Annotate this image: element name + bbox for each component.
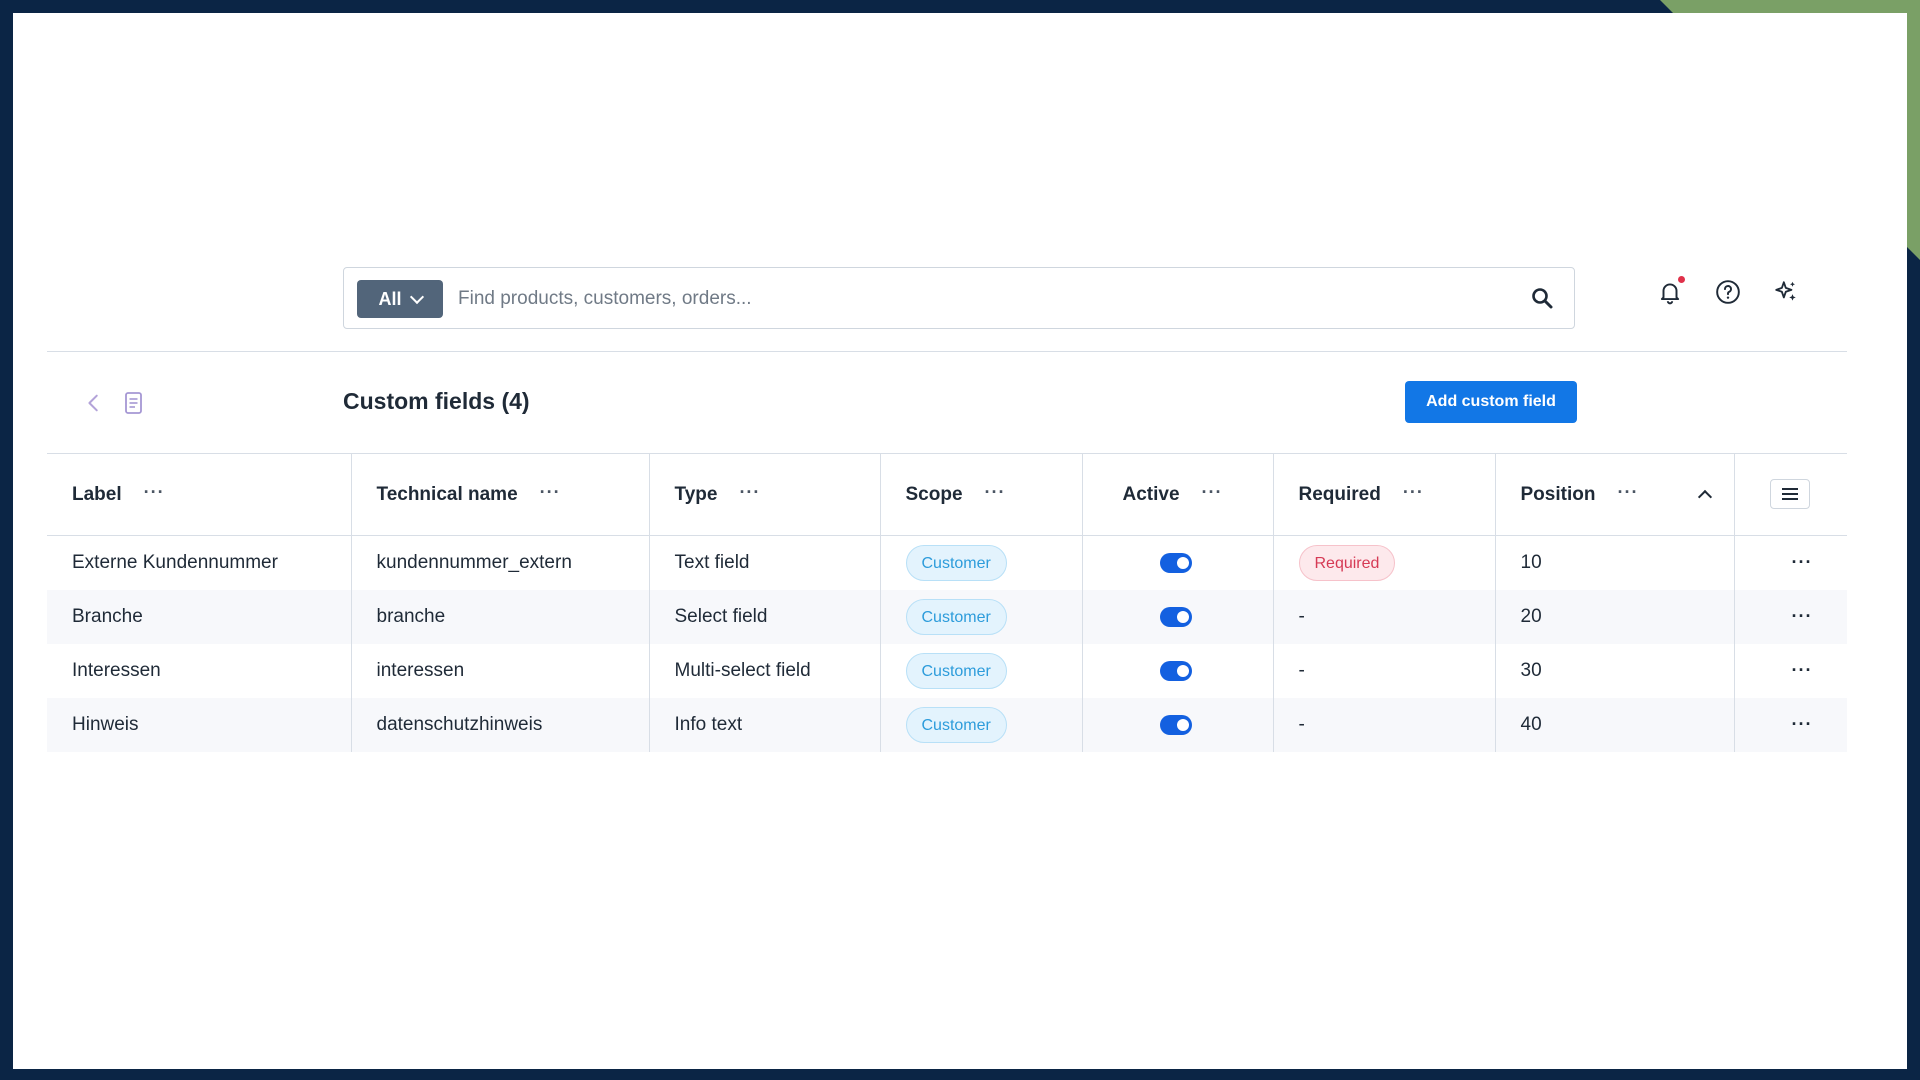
column-header-required[interactable]: Required ··· xyxy=(1273,453,1496,536)
cell-technical-name: interessen xyxy=(351,644,650,698)
cell-scope: Customer xyxy=(880,535,1083,590)
cell-required: - xyxy=(1273,644,1496,698)
active-toggle[interactable] xyxy=(1159,661,1192,681)
top-bar: All xyxy=(47,254,1847,352)
active-toggle[interactable] xyxy=(1159,715,1192,735)
help-icon xyxy=(1716,280,1740,304)
cell-scope: Customer xyxy=(880,590,1083,644)
cell-active xyxy=(1082,590,1274,644)
custom-fields-table: Label ··· Technical name ··· Type ··· Scope… xyxy=(47,453,1847,752)
notifications-button[interactable] xyxy=(1657,276,1685,305)
cell-technical-name: branche xyxy=(351,590,650,644)
cell-scope: Customer xyxy=(880,644,1083,698)
cell-type: Select field xyxy=(649,590,881,644)
column-active-text: Active xyxy=(1122,484,1180,505)
column-header-type[interactable]: Type ··· xyxy=(649,453,881,536)
cell-label: Branche xyxy=(47,590,352,644)
cell-label: Hinweis xyxy=(47,698,352,752)
more-icon: ··· xyxy=(1791,714,1813,734)
columns-menu-button[interactable] xyxy=(1769,479,1810,509)
column-required-text: Required xyxy=(1298,484,1381,505)
more-icon: ··· xyxy=(1791,606,1813,626)
column-technical-name-text: Technical name xyxy=(376,484,518,505)
column-menu-icon[interactable]: ··· xyxy=(739,482,760,503)
column-header-settings xyxy=(1734,453,1847,536)
required-badge: Required xyxy=(1298,545,1396,581)
scope-badge: Customer xyxy=(905,707,1007,743)
scope-badge: Customer xyxy=(905,653,1007,689)
column-menu-icon[interactable]: ··· xyxy=(1617,482,1638,503)
cell-required: Required xyxy=(1273,535,1496,590)
active-toggle[interactable] xyxy=(1159,607,1192,627)
table-row[interactable]: Branche branche Select field Customer - … xyxy=(47,590,1847,644)
row-actions-button[interactable]: ··· xyxy=(1734,536,1847,591)
search-icon[interactable] xyxy=(1530,286,1554,310)
cell-label: Externe Kundennummer xyxy=(47,535,352,590)
column-menu-icon[interactable]: ··· xyxy=(144,482,165,503)
column-menu-icon[interactable]: ··· xyxy=(540,482,561,503)
column-header-position[interactable]: Position ··· xyxy=(1495,453,1735,536)
row-actions-button[interactable]: ··· xyxy=(1734,590,1847,644)
page-title: Custom fields (4) xyxy=(343,388,530,414)
column-menu-icon[interactable]: ··· xyxy=(1403,482,1424,503)
chevron-down-icon xyxy=(409,289,424,305)
table-row[interactable]: Externe Kundennummer kundennummer_extern… xyxy=(47,535,1847,591)
search-scope-label: All xyxy=(378,288,402,309)
column-type-text: Type xyxy=(674,484,718,505)
chevron-left-icon[interactable] xyxy=(83,392,105,414)
ai-assistant-button[interactable] xyxy=(1773,279,1799,305)
scope-badge: Customer xyxy=(905,545,1007,581)
search-input[interactable] xyxy=(456,278,1510,320)
column-header-scope[interactable]: Scope ··· xyxy=(880,453,1083,536)
column-menu-icon[interactable]: ··· xyxy=(1202,482,1223,503)
add-custom-field-button[interactable]: Add custom field xyxy=(1405,381,1577,423)
cell-technical-name: kundennummer_extern xyxy=(351,535,650,590)
scope-badge: Customer xyxy=(905,599,1007,635)
cell-active xyxy=(1082,535,1274,590)
cell-required: - xyxy=(1273,590,1496,644)
column-label-text: Label xyxy=(72,484,122,505)
column-scope-text: Scope xyxy=(905,484,963,505)
column-header-label[interactable]: Label ··· xyxy=(47,453,352,536)
top-actions xyxy=(1657,276,1799,305)
global-search: All xyxy=(343,267,1575,329)
cell-position: 20 xyxy=(1495,590,1735,644)
column-position-text: Position xyxy=(1520,484,1596,505)
cell-type: Multi-select field xyxy=(649,644,881,698)
cell-position: 10 xyxy=(1495,535,1735,590)
bell-icon xyxy=(1660,283,1680,305)
cell-position: 40 xyxy=(1495,698,1735,752)
cell-active xyxy=(1082,644,1274,698)
sparkles-icon xyxy=(1775,281,1796,301)
search-scope-select[interactable]: All xyxy=(357,280,443,318)
cell-scope: Customer xyxy=(880,698,1083,752)
cell-label: Interessen xyxy=(47,644,352,698)
help-button[interactable] xyxy=(1715,279,1741,305)
active-toggle[interactable] xyxy=(1159,553,1192,573)
table-row[interactable]: Hinweis datenschutzhinweis Info text Cus… xyxy=(47,698,1847,752)
cell-type: Info text xyxy=(649,698,881,752)
cell-active xyxy=(1082,698,1274,752)
document-icon[interactable] xyxy=(123,390,145,416)
row-actions-button[interactable]: ··· xyxy=(1734,698,1847,752)
table-row[interactable]: Interessen interessen Multi-select field… xyxy=(47,644,1847,698)
columns-menu-icon xyxy=(1781,488,1798,500)
more-icon: ··· xyxy=(1791,552,1813,572)
row-actions-button[interactable]: ··· xyxy=(1734,644,1847,698)
page-header: Custom fields (4) Add custom field xyxy=(47,352,1847,454)
more-icon: ··· xyxy=(1791,660,1813,680)
column-header-technical-name[interactable]: Technical name ··· xyxy=(351,453,650,536)
sort-ascending-icon[interactable] xyxy=(1698,489,1713,505)
column-menu-icon[interactable]: ··· xyxy=(985,482,1006,503)
cell-position: 30 xyxy=(1495,644,1735,698)
table-header-row: Label ··· Technical name ··· Type ··· Scope… xyxy=(47,453,1847,536)
notification-dot xyxy=(1678,276,1685,283)
cell-type: Text field xyxy=(649,535,881,590)
column-header-active[interactable]: Active ··· xyxy=(1082,453,1274,536)
cell-required: - xyxy=(1273,698,1496,752)
cell-technical-name: datenschutzhinweis xyxy=(351,698,650,752)
